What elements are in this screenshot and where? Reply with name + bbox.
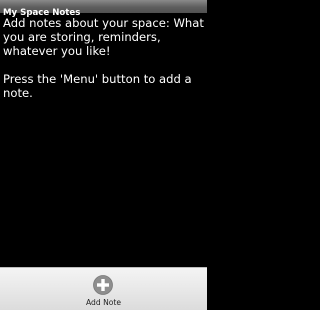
options-menu: Add Note (0, 267, 207, 310)
app-screen: My Space Notes Add notes about your spac… (0, 0, 207, 310)
title-bar: My Space Notes (0, 0, 207, 18)
add-note-label: Add Note (85, 298, 122, 307)
main-content: Add notes about your space: What you are… (3, 16, 206, 100)
add-note-menu-item[interactable]: Add Note (0, 268, 207, 310)
instructions-paragraph: Add notes about your space: What you are… (3, 16, 204, 58)
plus-circle-icon (93, 275, 113, 295)
menu-hint-paragraph: Press the 'Menu' button to add a note. (3, 72, 192, 100)
